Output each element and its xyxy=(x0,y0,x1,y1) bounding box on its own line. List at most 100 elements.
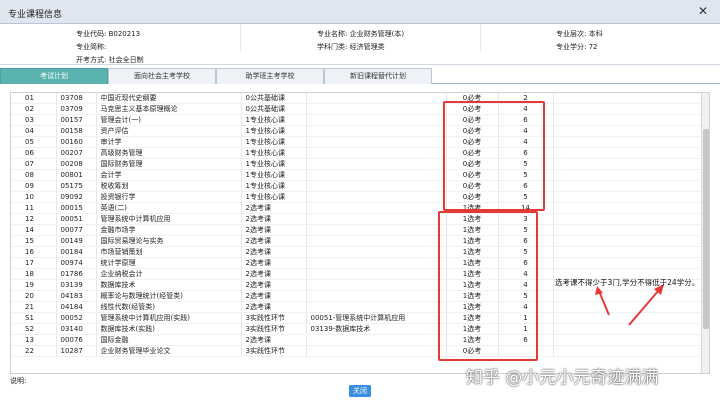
prerequisite xyxy=(306,301,447,314)
table-row[interactable]: 01 03708 中国近现代史纲要 0公共基础课 0必考 2 xyxy=(11,93,704,105)
course-name: 市场营销策划 xyxy=(96,246,242,259)
course-code: 03708 xyxy=(56,93,97,105)
course-type: 2选考课 xyxy=(241,334,307,347)
close-icon[interactable]: ✕ xyxy=(696,4,710,18)
table-row[interactable]: 05 00160 审计学 1专业核心课 0必考 4 xyxy=(11,136,704,149)
course-note xyxy=(553,235,704,248)
prerequisite xyxy=(306,180,447,193)
table-row[interactable]: 15 00149 国际贸易理论与实务 2选考课 1选考 6 xyxy=(11,235,704,248)
prerequisite xyxy=(306,268,447,281)
table-row[interactable]: 06 00207 高级财务管理 1专业核心课 0必考 6 xyxy=(11,147,704,160)
table-row[interactable]: 08 00801 会计学 1专业核心课 0必考 5 xyxy=(11,169,704,182)
course-note xyxy=(553,345,704,358)
course-seq: 01 xyxy=(11,93,57,105)
notes-label: 说明: xyxy=(10,377,27,385)
course-code: 03139 xyxy=(56,279,97,292)
table-row[interactable]: 11 00015 英语(二) 2选考课 1选考 14 xyxy=(11,202,704,215)
course-seq: 07 xyxy=(11,158,57,171)
course-code: 00052 xyxy=(56,312,97,325)
prerequisite xyxy=(306,290,447,303)
watermark: 知乎 @小元小元奇迹满满 xyxy=(466,368,659,388)
prerequisite xyxy=(306,279,447,292)
course-type: 3实践性环节 xyxy=(241,312,307,325)
vertical-scrollbar[interactable] xyxy=(701,93,709,373)
course-note xyxy=(553,224,704,237)
course-table: 01 03708 中国近现代史纲要 0公共基础课 0必考 2 02 03709 马克思主义基本原… xyxy=(11,93,704,358)
course-name: 高级财务管理 xyxy=(96,147,242,160)
table-row[interactable]: 12 00051 管理系统中计算机应用 2选考课 1选考 3 xyxy=(11,213,704,226)
course-name: 马克思主义基本原理概论 xyxy=(96,103,242,116)
course-type: 2选考课 xyxy=(241,279,307,292)
table-row[interactable]: 03 00157 管理会计(一) 1专业核心课 0必考 6 xyxy=(11,114,704,127)
divider xyxy=(480,25,481,51)
course-seq: 21 xyxy=(11,301,57,314)
table-row[interactable]: 17 00974 统计学原理 2选考课 1选考 6 xyxy=(11,257,704,270)
table-row[interactable]: 13 00076 国际金融 2选考课 1选考 6 xyxy=(11,334,704,347)
course-seq: 09 xyxy=(11,180,57,193)
course-name: 中国近现代史纲要 xyxy=(96,93,242,105)
prerequisite xyxy=(306,202,447,215)
course-seq: 05 xyxy=(11,136,57,149)
tab-exam-plan[interactable]: 考试计划 xyxy=(0,68,108,84)
course-type: 1专业核心课 xyxy=(241,147,307,160)
course-seq: 15 xyxy=(11,235,57,248)
prerequisite xyxy=(306,257,447,270)
course-code: 00149 xyxy=(56,235,97,248)
course-note xyxy=(553,180,704,193)
major-abbreviation: 专业简称: xyxy=(76,43,107,51)
tab-bar: 考试计划 面向社会主考学校 助学班主考学校 新旧课程替代计划 xyxy=(0,66,720,84)
course-seq: 11 xyxy=(11,202,57,215)
course-note xyxy=(553,246,704,259)
major-name: 专业名称: 企业财务管理(本) xyxy=(317,30,405,38)
course-type: 2选考课 xyxy=(241,235,307,248)
course-note xyxy=(553,147,704,160)
course-type: 1专业核心课 xyxy=(241,114,307,127)
close-button[interactable]: 关闭 xyxy=(349,385,371,397)
course-type: 2选考课 xyxy=(241,224,307,237)
info-row: 专业代码: B020213 专业名称: 企业财务管理(本) 专业层次: 本科 xyxy=(0,27,720,40)
course-seq: 02 xyxy=(11,103,57,116)
course-seq: 12 xyxy=(11,213,57,226)
table-row[interactable]: 09 05175 税收筹划 1专业核心课 0必考 6 xyxy=(11,180,704,193)
prerequisite: 00051-管理系统中计算机应用 xyxy=(306,312,447,325)
course-seq: 22 xyxy=(11,345,57,358)
tab-public-schools[interactable]: 面向社会主考学校 xyxy=(108,68,216,84)
course-seq: 04 xyxy=(11,125,57,138)
prerequisite xyxy=(306,147,447,160)
tab-assisted-schools[interactable]: 助学班主考学校 xyxy=(216,68,324,84)
course-note xyxy=(553,125,704,138)
table-row[interactable]: 10 09092 投资银行学 1专业核心课 0必考 5 xyxy=(11,191,704,204)
course-name: 资产评估 xyxy=(96,125,242,138)
tab-course-substitution[interactable]: 新旧课程替代计划 xyxy=(324,68,432,84)
prerequisite xyxy=(306,93,447,105)
info-row: 专业简称: 学科门类: 经济管理类 专业学分: 72 xyxy=(0,40,720,53)
course-code: 10287 xyxy=(56,345,97,358)
prerequisite xyxy=(306,114,447,127)
course-seq: 14 xyxy=(11,224,57,237)
course-type: 1专业核心课 xyxy=(241,169,307,182)
course-name: 审计学 xyxy=(96,136,242,149)
course-seq: 06 xyxy=(11,147,57,160)
discipline-category: 学科门类: 经济管理类 xyxy=(317,43,385,51)
table-row[interactable]: S2 03140 数据库技术(实践) 3实践性环节 03139-数据库技术 1选考 1 xyxy=(11,323,704,336)
course-name: 管理系统中计算机应用 xyxy=(96,213,242,226)
course-seq: 03 xyxy=(11,114,57,127)
required-courses-highlight xyxy=(443,101,545,211)
course-seq: 08 xyxy=(11,169,57,182)
table-row[interactable]: 07 00208 国际财务管理 1专业核心课 0必考 5 xyxy=(11,158,704,171)
table-row[interactable]: 22 10287 企业财务管理毕业论文 3实践性环节 0必考 xyxy=(11,345,704,358)
table-row[interactable]: 16 00184 市场营销策划 2选考课 1选考 5 xyxy=(11,246,704,259)
table-row[interactable]: 14 00077 金融市场学 2选考课 1选考 5 xyxy=(11,224,704,237)
scrollbar-thumb[interactable] xyxy=(703,129,709,329)
course-type: 2选考课 xyxy=(241,290,307,303)
prerequisite xyxy=(306,169,447,182)
course-name: 概率论与数理统计(经管类) xyxy=(96,290,242,303)
red-arrow-icon xyxy=(628,284,664,326)
table-row[interactable]: 04 00158 资产评估 1专业核心课 0必考 4 xyxy=(11,125,704,138)
course-type: 2选考课 xyxy=(241,268,307,281)
course-grid: 01 03708 中国近现代史纲要 0公共基础课 0必考 2 02 03709 马克思主义基本原… xyxy=(10,92,710,374)
course-code: 05175 xyxy=(56,180,97,193)
title-bar: 专业课程信息 ✕ xyxy=(0,0,720,24)
major-credits: 专业学分: 72 xyxy=(556,43,598,51)
table-row[interactable]: 02 03709 马克思主义基本原理概论 0公共基础课 0必考 4 xyxy=(11,103,704,116)
